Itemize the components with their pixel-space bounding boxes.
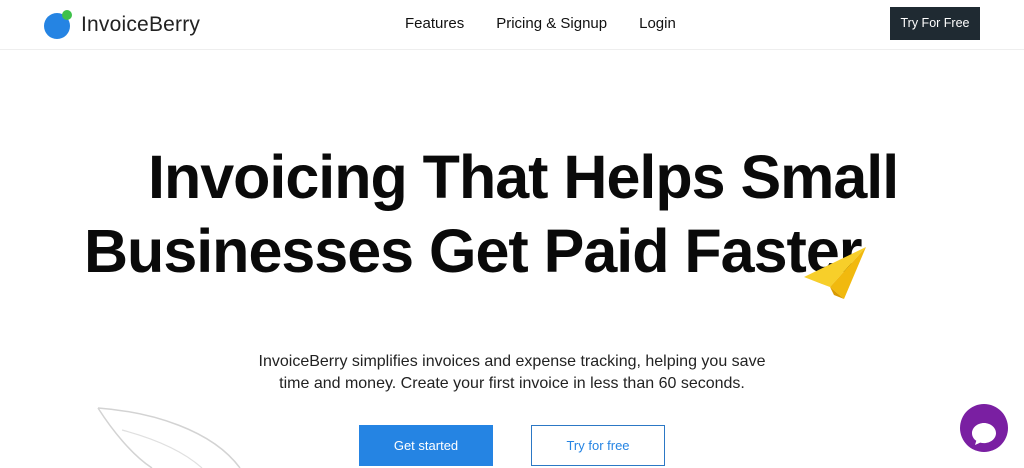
- paper-plane-icon: [804, 247, 866, 299]
- landing-page: InvoiceBerry Features Pricing & Signup L…: [0, 0, 1024, 468]
- chat-bubble-icon: [972, 423, 996, 445]
- hero-headline-line-1: Invoicing That Helps Small: [148, 143, 899, 211]
- hero-subtitle-line-2: time and money. Create your first invoic…: [279, 375, 745, 392]
- brand-logo-link[interactable]: InvoiceBerry: [44, 10, 200, 40]
- nav-login[interactable]: Login: [639, 15, 676, 32]
- get-started-button[interactable]: Get started: [359, 425, 493, 466]
- nav-features[interactable]: Features: [405, 15, 464, 32]
- hero-subtitle: InvoiceBerry simplifies invoices and exp…: [0, 351, 1024, 395]
- hero-headline-line-2: Businesses Get Paid Faster: [84, 217, 863, 285]
- brand-name: InvoiceBerry: [81, 13, 201, 36]
- nav-pricing-signup[interactable]: Pricing & Signup: [496, 15, 607, 32]
- berry-logo-icon: [44, 10, 72, 39]
- try-for-free-button[interactable]: Try for free: [531, 425, 665, 466]
- chat-launcher-button[interactable]: [960, 404, 1008, 452]
- try-for-free-header-button[interactable]: Try For Free: [890, 7, 980, 40]
- main-nav: Features Pricing & Signup Login: [405, 15, 676, 32]
- leaf-outline-icon: [97, 407, 241, 468]
- site-header: InvoiceBerry Features Pricing & Signup L…: [0, 0, 1024, 50]
- hero-subtitle-line-1: InvoiceBerry simplifies invoices and exp…: [258, 353, 766, 370]
- hero-headline: Invoicing That Helps Small Businesses Ge…: [0, 140, 1024, 288]
